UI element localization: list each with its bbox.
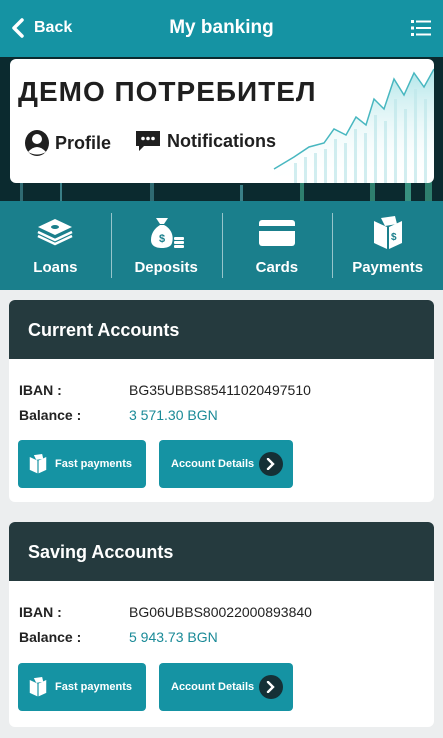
section-title: Saving Accounts xyxy=(9,522,434,581)
money-bag-icon: $ xyxy=(151,218,185,248)
svg-text:$: $ xyxy=(159,233,165,245)
account-details-button[interactable]: Account Details xyxy=(159,663,293,711)
iban-label: IBAN : xyxy=(19,382,62,398)
svg-text:$: $ xyxy=(391,232,397,243)
user-icon xyxy=(25,130,49,156)
payments-icon xyxy=(29,677,47,697)
nav-item-loans[interactable]: Loans xyxy=(0,201,111,290)
fast-payments-button[interactable]: Fast payments xyxy=(18,440,146,488)
nav-label-deposits: Deposits xyxy=(134,259,198,276)
user-card: ДЕМО ПОТРЕБИТЕЛ Profile Notifications xyxy=(10,59,434,183)
account-details-button[interactable]: Account Details xyxy=(159,440,293,488)
iban-label: IBAN : xyxy=(19,604,62,620)
nav-label-cards: Cards xyxy=(255,259,299,276)
nav-label-loans: Loans xyxy=(33,259,78,276)
iban-value: BG35UBBS85411020497510 xyxy=(129,382,311,398)
page-title: My banking xyxy=(169,17,274,38)
balance-label: Balance : xyxy=(19,629,82,645)
card-icon xyxy=(258,220,295,246)
notifications-link[interactable]: Notifications xyxy=(134,129,276,153)
fast-payments-label: Fast payments xyxy=(55,458,133,470)
nav-item-payments[interactable]: $ Payments xyxy=(332,201,443,290)
nav-item-cards[interactable]: Cards xyxy=(221,201,333,290)
nav-label-payments: Payments xyxy=(352,259,424,276)
chevron-right-icon xyxy=(259,452,284,476)
balance-value: 3 571.30 BGN xyxy=(129,407,218,423)
payments-icon xyxy=(29,454,47,474)
fast-payments-button[interactable]: Fast payments xyxy=(18,663,146,711)
payments-icon: $ xyxy=(373,216,402,249)
current-accounts-section: Current Accounts IBAN : BG35UBBS85411020… xyxy=(9,300,434,502)
account-details-label: Account Details xyxy=(171,458,255,470)
product-nav: Loans $ Deposits Cards $ Payments xyxy=(0,201,443,290)
user-name: ДЕМО ПОТРЕБИТЕЛ xyxy=(18,76,317,107)
balance-value: 5 943.73 BGN xyxy=(129,629,218,645)
notifications-label: Notifications xyxy=(167,130,277,151)
top-bar: Back My banking xyxy=(0,0,443,57)
section-title: Current Accounts xyxy=(9,300,434,359)
nav-item-deposits[interactable]: $ Deposits xyxy=(110,201,222,290)
hero-banner: ДЕМО ПОТРЕБИТЕЛ Profile Notifications xyxy=(0,57,443,201)
account-details-label: Account Details xyxy=(171,681,255,693)
balance-label: Balance : xyxy=(19,407,82,423)
chat-bubble-icon xyxy=(136,131,160,151)
chevron-right-icon xyxy=(259,675,284,699)
iban-value: BG06UBBS80022000893840 xyxy=(129,604,312,620)
menu-icon[interactable] xyxy=(411,19,431,37)
profile-link[interactable]: Profile xyxy=(24,129,111,157)
money-stack-icon xyxy=(37,219,73,246)
profile-label: Profile xyxy=(55,132,112,153)
fast-payments-label: Fast payments xyxy=(55,681,133,693)
saving-accounts-section: Saving Accounts IBAN : BG06UBBS800220008… xyxy=(9,522,434,727)
